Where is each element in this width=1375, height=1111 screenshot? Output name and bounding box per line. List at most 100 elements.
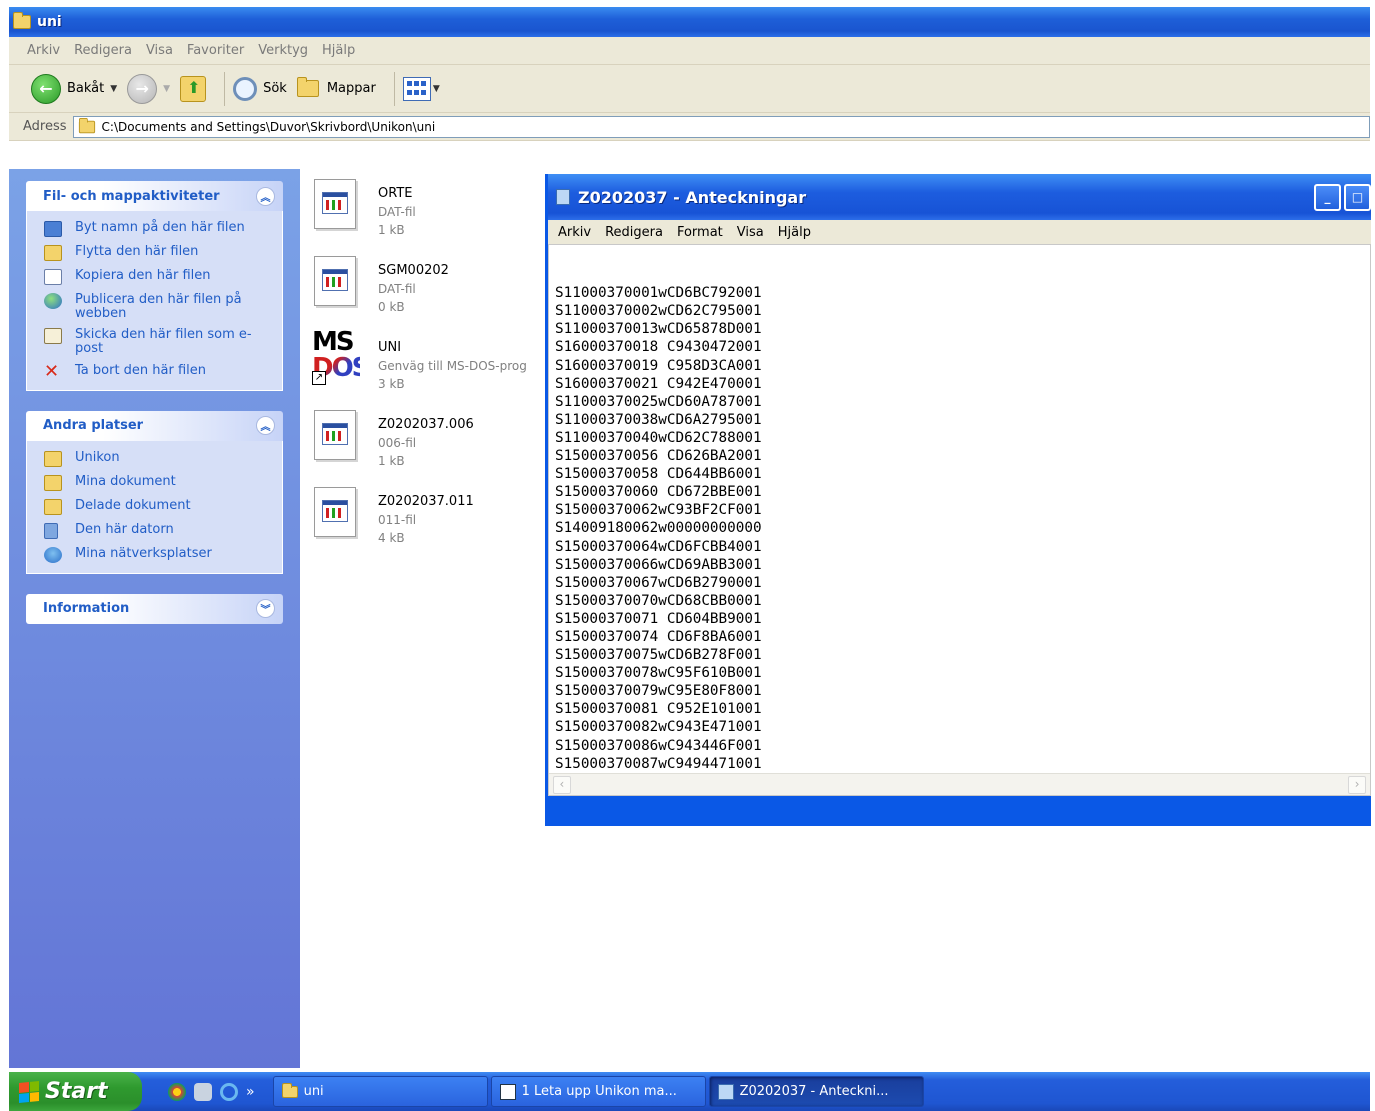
place-shared-documents[interactable]: Delade dokument	[44, 498, 272, 515]
file-item[interactable]: SGM00202 DAT-fil 0 kB	[312, 252, 552, 329]
menu-arkiv[interactable]: Arkiv	[27, 43, 60, 58]
my-documents-icon	[44, 474, 62, 491]
email-icon	[44, 328, 62, 345]
notepad-text-area[interactable]: S11000370001wCD6BC792001 S11000370002wCD6…	[548, 244, 1371, 796]
text-line: S11000370025wCD60A787001	[555, 393, 762, 410]
chevron-down-icon[interactable]: ▼	[110, 84, 117, 94]
chevron-down-icon[interactable]: ▼	[433, 84, 440, 94]
menu-verktyg[interactable]: Verktyg	[258, 43, 308, 58]
place-unikon[interactable]: Unikon	[44, 449, 272, 467]
menu-visa[interactable]: Visa	[146, 43, 173, 58]
folders-icon	[296, 77, 319, 97]
delete-icon: ✕	[44, 360, 60, 382]
explorer-titlebar[interactable]: uni	[9, 7, 1370, 37]
maximize-button[interactable]: □	[1344, 183, 1371, 211]
chevron-down-icon[interactable]: ▼	[163, 84, 170, 94]
scroll-right-icon[interactable]: ›	[1348, 775, 1366, 794]
internet-explorer-icon[interactable]	[220, 1082, 238, 1101]
np-menu-hjalp[interactable]: Hjälp	[778, 225, 811, 240]
file-size: 4 kB	[378, 531, 405, 545]
file-name: Z0202037.011	[378, 494, 474, 509]
address-input[interactable]: C:\Documents and Settings\Duvor\Skrivbor…	[72, 115, 1370, 138]
task-email-file[interactable]: Skicka den här filen som e-post	[44, 328, 272, 355]
scroll-left-icon[interactable]: ‹	[553, 775, 571, 794]
file-type: DAT-fil	[378, 205, 416, 219]
text-line: S16000370018 C9430472001	[555, 339, 762, 356]
text-line: S15000370067wCD6B2790001	[555, 574, 762, 591]
forward-button[interactable]: → ▼	[127, 73, 170, 104]
folder-icon	[44, 498, 62, 515]
collapse-icon[interactable]: ︽	[256, 186, 275, 206]
np-menu-redigera[interactable]: Redigera	[605, 225, 663, 240]
task-move-file[interactable]: Flytta den här filen	[44, 245, 272, 261]
windows-logo-icon	[19, 1080, 39, 1103]
np-menu-format[interactable]: Format	[677, 225, 723, 240]
text-line: S15000370058 CD644BB6001	[555, 466, 762, 483]
text-line: S11000370013wCD65878D001	[555, 321, 762, 338]
start-button[interactable]: Start	[9, 1072, 142, 1111]
folders-button[interactable]: Mappar	[296, 77, 376, 97]
file-item[interactable]: MS DOS ↗ UNI Genväg till MS-DOS-prog 3 kB	[312, 329, 552, 406]
other-places-header[interactable]: Andra platser ︽	[26, 410, 283, 441]
task-word-document[interactable]: 1 Leta upp Unikon ma...	[490, 1076, 706, 1107]
dat-file-icon	[312, 406, 368, 462]
file-item[interactable]: Z0202037.006 006-fil 1 kB	[312, 406, 552, 483]
folder-icon	[281, 1082, 298, 1098]
folder-up-icon	[180, 75, 207, 102]
shortcut-arrow-icon: ↗	[312, 371, 326, 385]
place-my-computer[interactable]: Den här datorn	[44, 522, 272, 539]
np-menu-arkiv[interactable]: Arkiv	[558, 225, 591, 240]
quick-launch: »	[168, 1082, 255, 1101]
file-name: SGM00202	[378, 263, 449, 278]
dat-file-icon	[312, 175, 368, 231]
file-list: ORTE DAT-fil 1 kB SGM00202 DAT-fil 0 kB MS DO…	[312, 175, 552, 560]
task-label: Byt namn på den här filen	[75, 220, 245, 235]
up-folder-button[interactable]	[180, 75, 207, 102]
file-item[interactable]: ORTE DAT-fil 1 kB	[312, 175, 552, 252]
task-label: 1 Leta upp Unikon ma...	[521, 1084, 677, 1099]
menu-hjalp[interactable]: Hjälp	[322, 43, 355, 58]
notepad-titlebar[interactable]: Z0202037 - Anteckningar _ □	[548, 174, 1371, 220]
back-button[interactable]: ← Bakåt ▼	[31, 73, 117, 104]
file-type: 006-fil	[378, 436, 417, 450]
text-line: S11000370001wCD6BC792001	[555, 285, 762, 302]
notepad-title: Z0202037 - Anteckningar	[578, 187, 807, 207]
chrome-icon[interactable]	[168, 1082, 186, 1101]
folder-icon	[13, 12, 31, 29]
text-line: S15000370060 CD672BBE001	[555, 484, 762, 501]
file-name: ORTE	[378, 186, 413, 201]
taskbar: Start » uni 1 Leta upp Unikon ma... Z020…	[9, 1072, 1370, 1111]
collapse-icon[interactable]: ︽	[256, 416, 275, 436]
task-explorer-uni[interactable]: uni	[272, 1076, 488, 1107]
text-line: S15000370070wCD68CBB0001	[555, 592, 762, 609]
np-menu-visa[interactable]: Visa	[737, 225, 764, 240]
expand-icon[interactable]: ︾	[256, 599, 275, 619]
file-tasks-header[interactable]: Fil- och mappaktiviteter ︽	[26, 181, 283, 211]
desktop-icon[interactable]	[194, 1082, 212, 1101]
place-label: Mina dokument	[75, 473, 176, 489]
task-rename-file[interactable]: Byt namn på den här filen	[44, 221, 272, 237]
place-network[interactable]: Mina nätverksplatser	[44, 546, 272, 563]
overflow-chevron-icon[interactable]: »	[246, 1084, 255, 1100]
menu-favoriter[interactable]: Favoriter	[187, 43, 244, 58]
text-line: S15000370074 CD6F8BA6001	[555, 628, 762, 645]
explorer-menubar: Arkiv Redigera Visa Favoriter Verktyg Hj…	[9, 37, 1370, 65]
dat-file-icon	[312, 252, 368, 308]
task-publish-file[interactable]: Publicera den här filen på webben	[44, 293, 272, 320]
place-label: Unikon	[75, 449, 120, 465]
horizontal-scrollbar[interactable]: ‹ ›	[549, 773, 1370, 795]
task-notepad[interactable]: Z0202037 - Anteckni...	[708, 1076, 924, 1107]
text-line: S11000370002wCD62C795001	[555, 303, 762, 320]
views-icon	[402, 76, 431, 101]
address-bar: Adress C:\Documents and Settings\Duvor\S…	[9, 113, 1370, 141]
file-item[interactable]: Z0202037.011 011-fil 4 kB	[312, 483, 552, 560]
information-header[interactable]: Information ︾	[26, 593, 283, 624]
notepad-icon	[717, 1083, 734, 1100]
task-copy-file[interactable]: Kopiera den här filen	[44, 269, 272, 285]
menu-redigera[interactable]: Redigera	[74, 43, 132, 58]
task-delete-file[interactable]: ✕ Ta bort den här filen	[44, 360, 272, 382]
views-button[interactable]: ▼	[402, 76, 440, 101]
minimize-button[interactable]: _	[1314, 183, 1341, 211]
place-my-documents[interactable]: Mina dokument	[44, 473, 272, 491]
search-button[interactable]: Sök	[233, 76, 287, 101]
